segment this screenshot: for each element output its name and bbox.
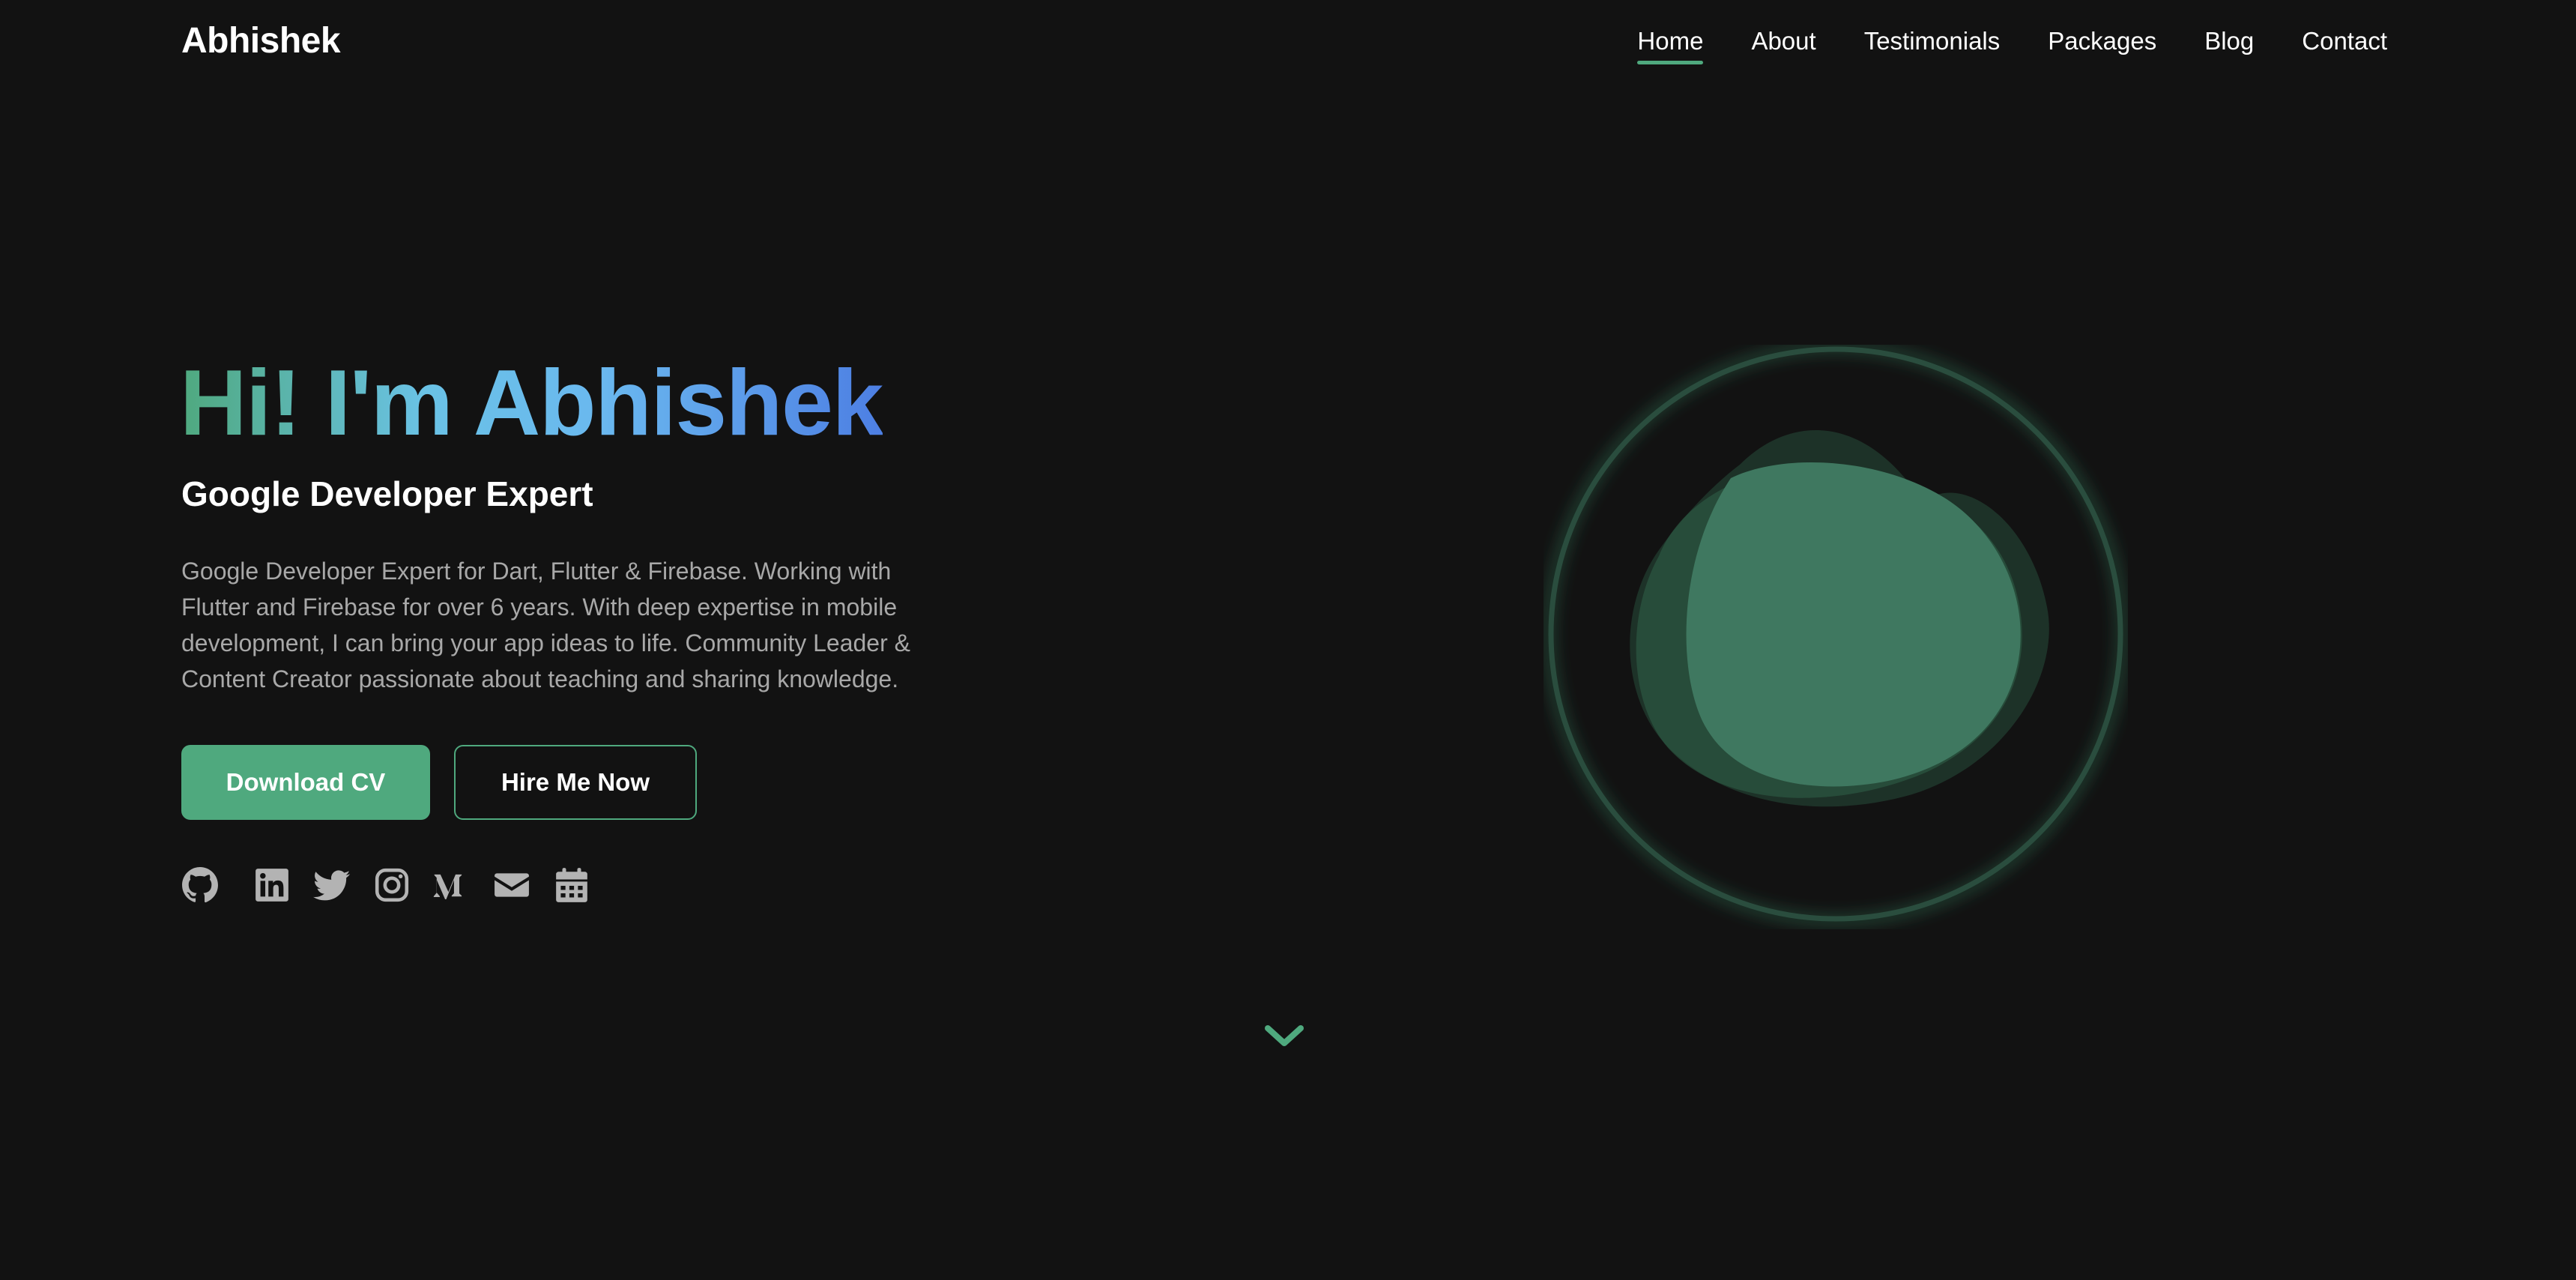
hero-description: Google Developer Expert for Dart, Flutte…: [181, 558, 910, 692]
hero-subtitle: Google Developer Expert: [181, 474, 593, 513]
nav-item-packages[interactable]: Packages: [2048, 25, 2156, 57]
nav-item-contact[interactable]: Contact: [2302, 25, 2387, 57]
hero-title: Hi! I'm Abhishek: [180, 351, 883, 455]
hire-me-button[interactable]: Hire Me Now: [454, 745, 697, 820]
twitter-icon[interactable]: [313, 866, 351, 904]
top-navbar: Abhishek Home About Testimonials Package…: [0, 0, 2576, 84]
nav-item-testimonials[interactable]: Testimonials: [1864, 25, 2001, 57]
nav-item-home[interactable]: Home: [1637, 25, 1704, 64]
email-icon[interactable]: [493, 866, 530, 904]
download-cv-button[interactable]: Download CV: [181, 745, 430, 820]
brand-logo[interactable]: Abhishek: [181, 19, 341, 63]
github-icon[interactable]: [181, 866, 219, 904]
calendar-icon[interactable]: [553, 866, 590, 904]
nav-item-blog[interactable]: Blog: [2204, 25, 2254, 57]
scroll-down-icon[interactable]: [1263, 1022, 1305, 1049]
hero-illustration: [1544, 345, 2128, 929]
nav-links: Home About Testimonials Packages Blog Co…: [1637, 25, 2387, 64]
instagram-icon[interactable]: [373, 866, 411, 904]
medium-icon[interactable]: [433, 866, 471, 904]
linkedin-icon[interactable]: [253, 866, 291, 904]
nav-item-about[interactable]: About: [1751, 25, 1815, 57]
